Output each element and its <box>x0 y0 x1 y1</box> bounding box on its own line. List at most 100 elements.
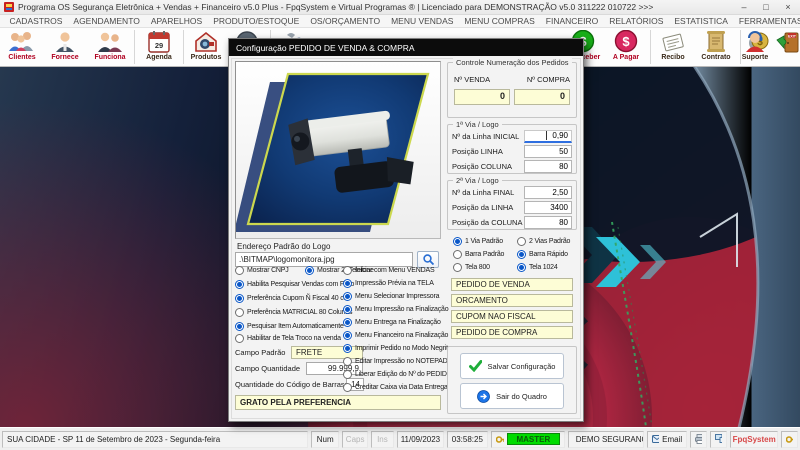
menu-os-orcamento[interactable]: OS/ORÇAMENTO <box>305 16 386 26</box>
mode-1-via-padrao[interactable]: 1 Via Padrão <box>453 236 503 247</box>
config-dialog: Configuração PEDIDO DE VENDA & COMPRA <box>228 38 584 422</box>
option-editar-notepad[interactable]: Editar Impressão no NOTEPAD <box>343 356 448 367</box>
toolbar-fornece[interactable]: Fornece <box>44 29 86 66</box>
radio-icon[interactable] <box>517 237 526 246</box>
radio-icon[interactable] <box>235 280 244 289</box>
mode-barra-padrao[interactable]: Barra Padrão <box>453 249 504 260</box>
menu-ferramentas[interactable]: FERRAMENTAS <box>733 16 800 26</box>
toolbar-clientes[interactable]: Clientes <box>2 29 42 66</box>
radio-icon[interactable] <box>343 357 352 366</box>
dialog-titlebar[interactable]: Configuração PEDIDO DE VENDA & COMPRA <box>229 39 583 56</box>
mode-barra-rapido[interactable]: Barra Rápido <box>517 249 568 260</box>
radio-icon[interactable] <box>343 344 352 353</box>
menu-financeiro[interactable]: FINANCEIRO <box>540 16 603 26</box>
status-location: SUA CIDADE - SP 11 de Setembro de 2023 -… <box>2 431 308 448</box>
option-impressao-previa[interactable]: Impressão Prévia na TELA <box>343 278 434 289</box>
option-mostrar-cnpj[interactable]: Mostrar CNPJ <box>235 265 289 276</box>
status-network[interactable] <box>710 431 727 448</box>
radio-icon[interactable] <box>235 294 244 303</box>
toolbar-funciona[interactable]: Funciona <box>88 29 132 66</box>
radio-icon[interactable] <box>343 370 352 379</box>
text-caret <box>546 131 547 140</box>
radio-icon[interactable] <box>343 292 352 301</box>
doc-cupom-nao-fiscal-field[interactable]: CUPOM NAO FISCAL <box>451 310 573 323</box>
save-config-button[interactable]: Salvar Configuração <box>460 353 564 379</box>
doc-pedido-compra-field[interactable]: PEDIDO DE COMPRA <box>451 326 573 339</box>
menu-estatistica[interactable]: ESTATISTICA <box>669 16 734 26</box>
option-creditar-caixa[interactable]: Creditar Caixa via Data Entrega <box>343 382 448 393</box>
menu-relatorios[interactable]: RELATÓRIOS <box>604 16 669 26</box>
mode-tela-800[interactable]: Tela 800 <box>453 262 490 273</box>
app-icon <box>4 2 14 12</box>
option-menu-impressao-finalizacao[interactable]: Menu Impressão na Finalização <box>343 304 448 315</box>
option-iniciar-menu-vendas[interactable]: Iniciar com Menu VENDAS <box>343 265 434 276</box>
toolbar-suporte[interactable]: Suporte <box>736 29 774 66</box>
menu-vendas[interactable]: MENU VENDAS <box>386 16 459 26</box>
posicao-linha-field[interactable]: 50 <box>524 145 572 158</box>
option-imprimir-negrito[interactable]: Imprimir Pedido no Modo Negrito <box>343 343 452 354</box>
blue-arrow-icon <box>477 390 490 403</box>
n-venda-field[interactable]: 0 <box>454 89 510 105</box>
posicao-da-linha-field[interactable]: 3400 <box>524 201 572 214</box>
calendar-icon: 29 <box>148 29 170 54</box>
close-button[interactable]: × <box>782 1 794 13</box>
posicao-da-coluna-field[interactable]: 80 <box>524 216 572 229</box>
radio-icon[interactable] <box>343 305 352 314</box>
mode-2-vias-padrao[interactable]: 2 Vias Padrão <box>517 236 570 247</box>
dialog-body: Endereço Padrão do Logo .\BITMAP\logomon… <box>229 56 583 421</box>
doc-pedido-venda-field[interactable]: PEDIDO DE VENDA <box>451 278 573 291</box>
via1-group: 1ª Via / Logo Nº da Linha INICIAL 0,90 P… <box>447 124 577 174</box>
status-printer[interactable] <box>690 431 707 448</box>
option-menu-selecionar-impressora[interactable]: Menu Selecionar Impressora <box>343 291 439 302</box>
radio-icon[interactable] <box>517 263 526 272</box>
maximize-button[interactable]: □ <box>760 1 772 13</box>
radio-icon[interactable] <box>343 266 352 275</box>
option-habilita-pesquisar-vendas[interactable]: Habilita Pesquisar Vendas com Filtro <box>235 279 354 290</box>
posicao-coluna-field[interactable]: 80 <box>524 160 572 173</box>
option-liberar-edicao-pedido[interactable]: Liberar Edição do Nº do PEDIDO <box>343 369 452 380</box>
radio-icon[interactable] <box>517 250 526 259</box>
menu-bar: CADASTROS AGENDAMENTO APARELHOS PRODUTO/… <box>0 15 800 28</box>
option-preferencia-cupom[interactable]: Preferência Cupom Ñ Fiscal 40 col <box>235 293 349 304</box>
radio-icon[interactable] <box>453 250 462 259</box>
menu-aparelhos[interactable]: APARELHOS <box>145 16 207 26</box>
radio-icon[interactable] <box>453 237 462 246</box>
toolbar-recibo[interactable]: Recibo <box>653 29 693 66</box>
option-menu-entrega-finalizacao[interactable]: Menu Entrega na Finalização <box>343 317 441 328</box>
menu-cadastros[interactable]: CADASTROS <box>4 16 68 26</box>
option-preferencia-matricial[interactable]: Preferência MATRICIAL 80 Colunas <box>235 307 352 318</box>
menu-produto-estoque[interactable]: PRODUTO/ESTOQUE <box>208 16 305 26</box>
radio-icon[interactable] <box>343 331 352 340</box>
option-menu-financeiro-finalizacao[interactable]: Menu Financeiro na Finalização <box>343 330 448 341</box>
status-master-badge: MASTER <box>507 433 560 445</box>
n-venda-label: Nº VENDA <box>454 75 490 84</box>
radio-icon[interactable] <box>235 334 244 343</box>
menu-agendamento[interactable]: AGENDAMENTO <box>68 16 145 26</box>
toolbar-produtos[interactable]: Produtos <box>186 29 226 66</box>
toolbar-a-pagar[interactable]: $ A Pagar <box>606 29 646 66</box>
radio-icon[interactable] <box>235 322 244 331</box>
minimize-button[interactable]: – <box>738 1 750 13</box>
option-pesquisar-item-auto[interactable]: Pesquisar Item Automaticamente <box>235 321 344 332</box>
n-compra-field[interactable]: 0 <box>514 89 570 105</box>
menu-compras[interactable]: MENU COMPRAS <box>459 16 540 26</box>
toolbar-contrato[interactable]: Contrato <box>695 29 737 66</box>
doc-orcamento-field[interactable]: ORCAMENTO <box>451 294 573 307</box>
option-tela-troco[interactable]: Habilitar de Tela Troco na venda <box>235 333 341 344</box>
radio-icon[interactable] <box>453 263 462 272</box>
linha-inicial-field[interactable]: 0,90 <box>524 130 572 143</box>
radio-icon[interactable] <box>343 383 352 392</box>
toolbar-agenda[interactable]: 29 Agenda <box>137 29 181 66</box>
radio-icon[interactable] <box>235 308 244 317</box>
exit-dialog-button[interactable]: Sair do Quadro <box>460 383 564 409</box>
mode-tela-1024[interactable]: Tela 1024 <box>517 262 558 273</box>
contract-scroll-icon <box>705 29 727 54</box>
status-email[interactable]: Email <box>647 431 687 448</box>
radio-icon[interactable] <box>343 279 352 288</box>
linha-final-field[interactable]: 2,50 <box>524 186 572 199</box>
toolbar-exit[interactable]: EXIT <box>776 29 800 66</box>
radio-icon[interactable] <box>343 318 352 327</box>
footer-banner-field[interactable]: GRATO PELA PREFERENCIA <box>235 395 441 410</box>
radio-icon[interactable] <box>305 266 314 275</box>
radio-icon[interactable] <box>235 266 244 275</box>
